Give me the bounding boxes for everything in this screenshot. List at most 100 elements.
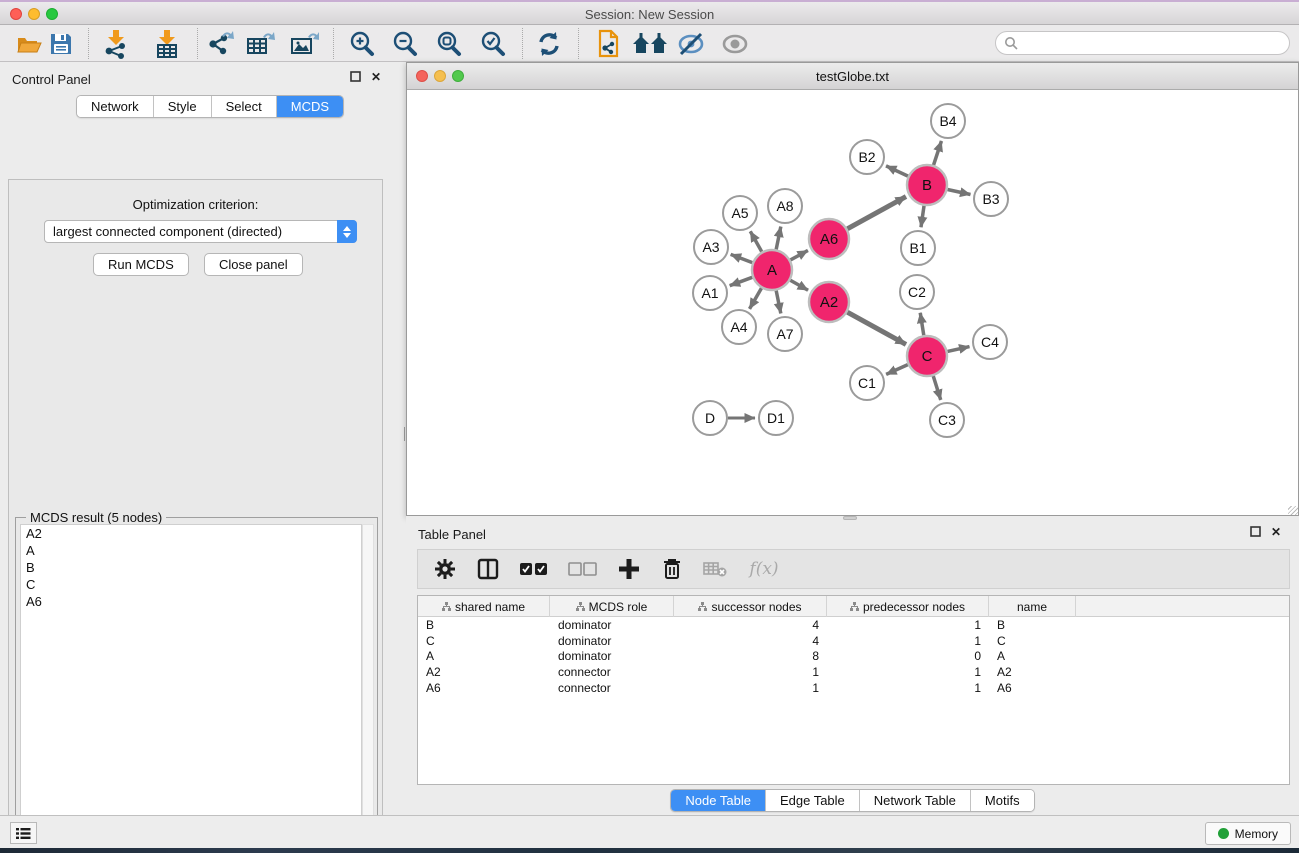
function-builder-icon[interactable]: f(x) <box>745 556 783 582</box>
zoom-fit-icon[interactable] <box>434 29 464 59</box>
graph-edge-A-A4[interactable] <box>750 288 762 309</box>
graph-node-C2[interactable]: C2 <box>900 275 934 309</box>
table-cell[interactable]: 4 <box>674 618 827 632</box>
export-image-icon[interactable] <box>289 29 319 59</box>
graph-node-C[interactable]: C <box>907 336 947 376</box>
graph-edge-C-C4[interactable] <box>947 347 969 352</box>
graph-node-B2[interactable]: B2 <box>850 140 884 174</box>
select-all-icon[interactable] <box>518 556 550 582</box>
run-mcds-button[interactable]: Run MCDS <box>93 253 189 276</box>
graph-node-A4[interactable]: A4 <box>722 310 756 344</box>
window-resize-grip[interactable] <box>1288 506 1298 515</box>
graph-node-B4[interactable]: B4 <box>931 104 965 138</box>
graph-edge-A-A2[interactable] <box>790 280 808 290</box>
tab-network-table[interactable]: Network Table <box>860 790 971 811</box>
graph-edge-C-C1[interactable] <box>886 365 908 375</box>
table-row[interactable]: Bdominator41B <box>418 617 1289 633</box>
mcds-result-item[interactable]: A6 <box>21 593 361 610</box>
graph-node-A8[interactable]: A8 <box>768 189 802 223</box>
table-cell[interactable]: C <box>418 634 550 648</box>
unselect-all-icon[interactable] <box>567 556 599 582</box>
divider-handle-icon[interactable] <box>843 516 857 520</box>
table-cell[interactable]: 1 <box>827 634 989 648</box>
refresh-icon[interactable] <box>534 29 564 59</box>
import-network-icon[interactable] <box>101 29 131 59</box>
graph-edge-B-B3[interactable] <box>948 189 971 194</box>
graph-node-B1[interactable]: B1 <box>901 231 935 265</box>
vertical-split-divider[interactable] <box>391 62 406 815</box>
optimization-criterion-dropdown[interactable]: largest connected component (directed) <box>44 220 357 243</box>
table-cell[interactable]: 4 <box>674 634 827 648</box>
tab-style[interactable]: Style <box>154 96 212 117</box>
table-cell[interactable]: 0 <box>827 649 989 663</box>
add-column-icon[interactable] <box>616 556 642 582</box>
delete-table-icon[interactable] <box>702 556 728 582</box>
graph-edge-A-A1[interactable] <box>730 277 753 285</box>
graph-node-C4[interactable]: C4 <box>973 325 1007 359</box>
tab-node-table[interactable]: Node Table <box>671 790 766 811</box>
tab-motifs[interactable]: Motifs <box>971 790 1034 811</box>
close-panel-icon[interactable]: ✕ <box>369 70 383 84</box>
table-cell[interactable]: A <box>418 649 550 663</box>
table-cell[interactable]: 1 <box>674 681 827 695</box>
graph-node-D[interactable]: D <box>693 401 727 435</box>
graph-edge-A-A8[interactable] <box>776 227 781 250</box>
graph-node-D1[interactable]: D1 <box>759 401 793 435</box>
graph-edge-A-A5[interactable] <box>750 231 761 251</box>
mcds-result-item[interactable]: A2 <box>21 525 361 542</box>
table-cell[interactable]: 1 <box>827 665 989 679</box>
graph-node-A5[interactable]: A5 <box>723 196 757 230</box>
graph-edge-A6-B[interactable] <box>847 197 906 229</box>
graph-edge-C-C2[interactable] <box>920 313 924 336</box>
column-chooser-icon[interactable] <box>475 556 501 582</box>
graph-edge-A-A6[interactable] <box>790 250 807 260</box>
column-header-name[interactable]: name <box>989 596 1076 617</box>
zoom-out-icon[interactable] <box>390 29 420 59</box>
graph-edge-C-C3[interactable] <box>933 376 940 400</box>
table-cell[interactable]: B <box>418 618 550 632</box>
graph-node-B[interactable]: B <box>907 165 947 205</box>
delete-column-icon[interactable] <box>659 556 685 582</box>
network-graph[interactable]: AA1A2A3A4A5A6A7A8BB1B2B3B4CC1C2C3C4DD1 <box>407 90 1298 515</box>
graph-node-A6[interactable]: A6 <box>809 219 849 259</box>
toggle-graphics-details-icon[interactable] <box>676 29 706 59</box>
graph-edge-A-A7[interactable] <box>776 291 781 314</box>
column-header-successor-nodes[interactable]: successor nodes <box>674 596 827 617</box>
column-header-MCDS-role[interactable]: MCDS role <box>550 596 674 617</box>
table-row[interactable]: A6connector11A6 <box>418 680 1289 696</box>
graph-node-A2[interactable]: A2 <box>809 282 849 322</box>
tab-select[interactable]: Select <box>212 96 277 117</box>
graph-edge-B-B2[interactable] <box>886 166 908 176</box>
close-panel-button[interactable]: Close panel <box>204 253 303 276</box>
graph-edge-B-B4[interactable] <box>934 141 942 165</box>
column-header-predecessor-nodes[interactable]: predecessor nodes <box>827 596 989 617</box>
mcds-result-item[interactable]: C <box>21 576 361 593</box>
graph-node-A1[interactable]: A1 <box>693 276 727 310</box>
table-cell[interactable]: A6 <box>989 681 1076 695</box>
graph-edge-A-A3[interactable] <box>731 254 753 262</box>
cybrowser-home-icon[interactable] <box>630 29 670 59</box>
table-cell[interactable]: connector <box>550 665 674 679</box>
table-cell[interactable]: B <box>989 618 1076 632</box>
table-cell[interactable]: 1 <box>827 681 989 695</box>
graph-edge-B-B1[interactable] <box>921 206 924 227</box>
tab-network[interactable]: Network <box>77 96 154 117</box>
tab-edge-table[interactable]: Edge Table <box>766 790 860 811</box>
network-canvas[interactable]: AA1A2A3A4A5A6A7A8BB1B2B3B4CC1C2C3C4DD1 <box>407 90 1298 515</box>
import-table-icon[interactable] <box>152 29 182 59</box>
float-panel-icon[interactable] <box>350 71 361 82</box>
open-session-icon[interactable] <box>14 29 44 59</box>
column-header-shared-name[interactable]: shared name <box>418 596 550 617</box>
table-cell[interactable]: A2 <box>418 665 550 679</box>
mcds-list-scrollbar[interactable] <box>362 524 374 852</box>
memory-button[interactable]: Memory <box>1205 822 1291 845</box>
table-cell[interactable]: connector <box>550 681 674 695</box>
table-cell[interactable]: 1 <box>674 665 827 679</box>
mcds-result-list[interactable]: A2ABCA6 <box>20 524 362 852</box>
table-cell[interactable]: C <box>989 634 1076 648</box>
new-network-from-selection-icon[interactable] <box>592 29 622 59</box>
graph-edge-A2-C[interactable] <box>847 312 906 344</box>
graph-node-C1[interactable]: C1 <box>850 366 884 400</box>
table-cell[interactable]: A6 <box>418 681 550 695</box>
table-cell[interactable]: dominator <box>550 634 674 648</box>
